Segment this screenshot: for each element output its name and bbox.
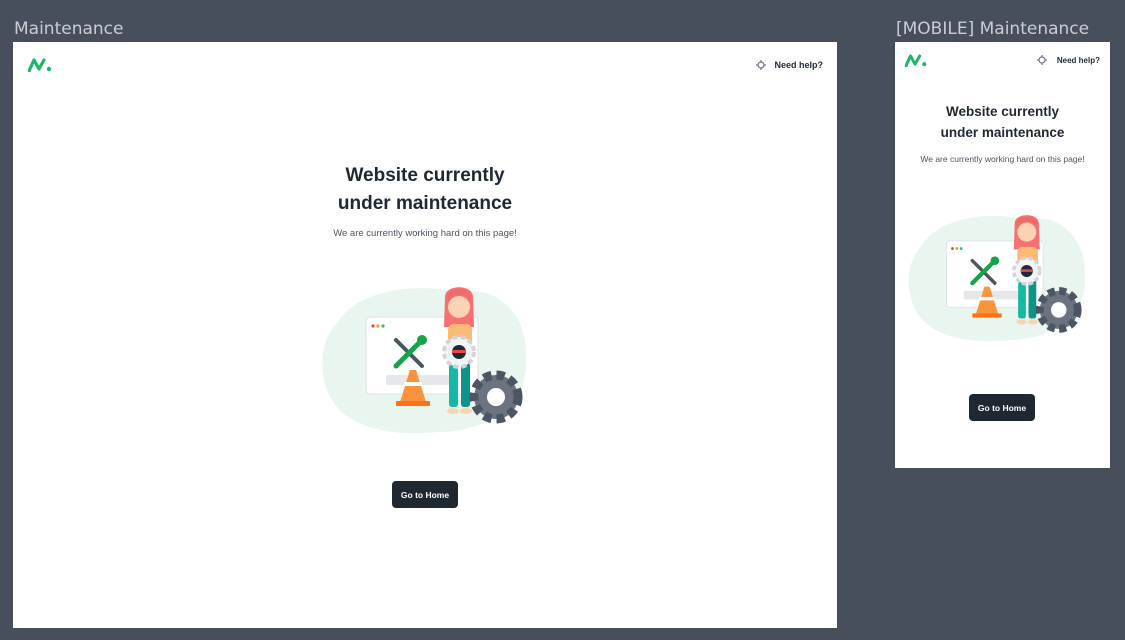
mobile-maintenance-illustration <box>908 215 1085 342</box>
mobile-need-help-label: Need help? <box>1056 55 1100 65</box>
mobile-page-subtitle: We are currently working hard on this pa… <box>920 154 1085 164</box>
help-icon <box>756 60 767 70</box>
page-subtitle: We are currently working hard on this pa… <box>333 228 517 239</box>
mobile-go-to-home-button[interactable]: Go to Home <box>969 394 1035 421</box>
mobile-help-icon <box>1036 55 1047 65</box>
mobile-frame-label: [MOBILE] Maintenance <box>896 19 1090 39</box>
need-help-link[interactable]: Need help? <box>756 60 823 70</box>
desktop-frame-label: Maintenance <box>14 19 124 39</box>
gear-icon <box>469 370 523 424</box>
need-help-label: Need help? <box>774 60 823 70</box>
page-title: Website currently under maintenance <box>13 162 837 218</box>
mobile-title-line-2: under maintenance <box>940 125 1065 140</box>
mobile-page-title: Website currently under maintenance <box>895 101 1110 143</box>
go-to-home-button[interactable]: Go to Home <box>392 481 458 508</box>
maintenance-illustration <box>322 287 527 434</box>
logo-icon[interactable] <box>28 58 52 72</box>
title-line-2: under maintenance <box>337 193 513 214</box>
title-line-1: Website currently <box>345 165 505 186</box>
mobile-frame: Need help? Website currently under maint… <box>895 42 1110 468</box>
mobile-logo-icon[interactable] <box>905 54 927 67</box>
mobile-need-help-link[interactable]: Need help? <box>1036 55 1100 65</box>
desktop-frame: Need help? Website currently under maint… <box>13 42 837 628</box>
mobile-title-line-1: Website currently <box>945 104 1060 119</box>
